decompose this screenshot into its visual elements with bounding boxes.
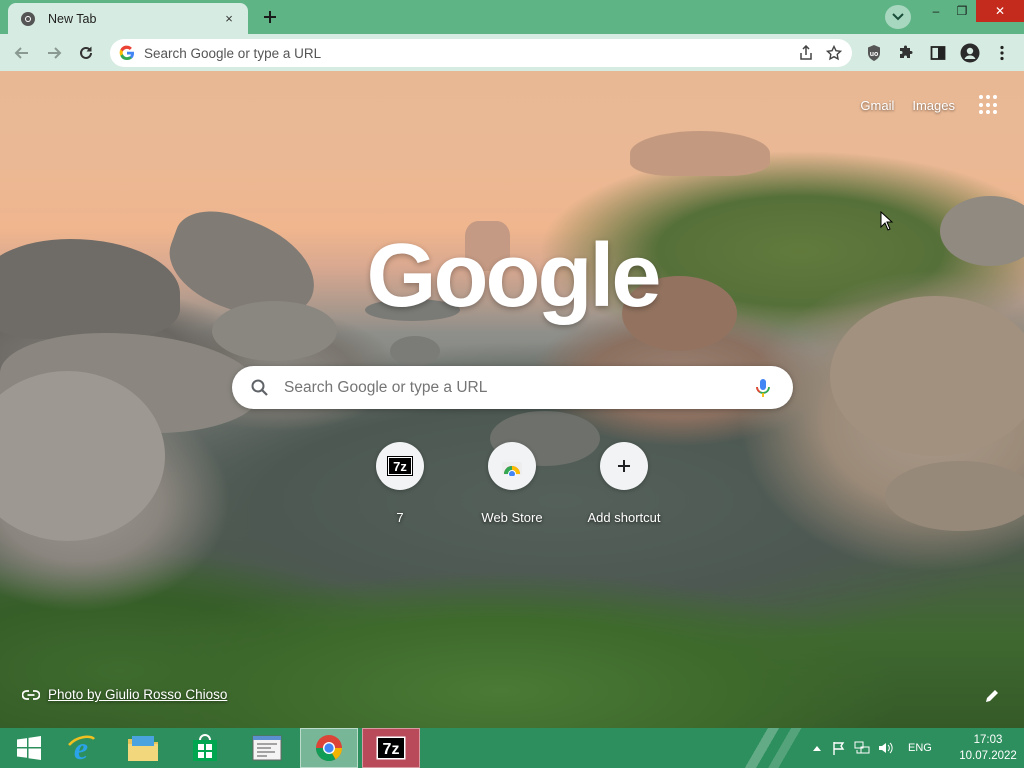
star-icon: [826, 45, 842, 61]
chrome-favicon-icon: [20, 11, 36, 27]
google-g-icon: [119, 45, 134, 61]
tab-new-tab[interactable]: New Tab ×: [8, 3, 248, 34]
start-button[interactable]: [0, 728, 58, 768]
taskbar-clock[interactable]: 17:03 10.07.2022: [958, 732, 1018, 764]
side-panel-button[interactable]: [926, 41, 950, 65]
svg-text:uo: uo: [870, 51, 879, 58]
puzzle-icon: [900, 45, 913, 58]
new-tab-button[interactable]: [256, 5, 284, 29]
search-input[interactable]: [284, 378, 753, 397]
reload-icon: [80, 46, 92, 59]
photo-credit-text: Photo by Giulio Rosso Chioso: [48, 687, 228, 702]
plus-icon: [264, 11, 276, 23]
show-hidden-icons-icon[interactable]: [812, 744, 822, 752]
close-window-button[interactable]: ✕: [976, 0, 1024, 22]
new-tab-page-background: Gmail Images Google 7z 7 Web Stor: [0, 71, 1024, 728]
taskbar-decoration: [740, 728, 810, 768]
side-panel-icon: [930, 46, 946, 60]
tab-close-icon[interactable]: ×: [220, 10, 238, 28]
back-button[interactable]: [9, 40, 35, 66]
volume-icon[interactable]: [878, 741, 894, 755]
document-window-icon: [252, 735, 282, 761]
language-indicator[interactable]: ENG: [908, 742, 932, 754]
reload-button[interactable]: [73, 40, 99, 66]
shortcuts-grid: 7z 7 Web Store Add shortcut: [344, 442, 680, 554]
omnibox-placeholder: Search Google or type a URL: [144, 45, 322, 61]
shortcut-label: 7: [396, 510, 404, 525]
mouse-cursor-icon: [880, 211, 894, 231]
search-icon: [251, 379, 268, 396]
ublock-shield-icon: uo: [868, 45, 880, 61]
chrome-web-store-icon: [502, 462, 522, 476]
tab-strip: New Tab × – ❐ ✕: [0, 0, 1024, 34]
ntp-top-links: Gmail Images: [860, 95, 1024, 115]
shortcut-tile: [600, 442, 648, 490]
pencil-icon[interactable]: [984, 688, 1000, 704]
bookmark-button[interactable]: [820, 42, 848, 64]
store-icon: [193, 734, 217, 761]
clock-date: 10.07.2022: [959, 750, 1017, 762]
7zip-icon: 7z: [387, 456, 413, 476]
kebab-menu-icon: [1000, 45, 1004, 61]
background-rock: [0, 239, 180, 339]
shortcut-label: Add shortcut: [587, 510, 661, 525]
photo-credit-link[interactable]: Photo by Giulio Rosso Chioso: [22, 687, 227, 702]
windows-taskbar: e 7z ENG 17:03 10.07.2022: [0, 728, 1024, 768]
background-rock: [830, 296, 1024, 456]
taskbar-7zip[interactable]: 7z: [362, 728, 420, 768]
clock-time: 17:03: [973, 734, 1003, 746]
arrow-right-icon: [48, 47, 62, 59]
profile-button[interactable]: [958, 41, 982, 65]
browser-toolbar: Search Google or type a URL uo: [0, 34, 1024, 71]
shortcut-tile: [488, 442, 536, 490]
taskbar-chrome[interactable]: [300, 728, 358, 768]
windows-logo-icon: [17, 736, 41, 760]
internet-explorer-icon: e: [68, 733, 95, 763]
network-icon[interactable]: [854, 741, 870, 755]
chevron-down-icon: [892, 13, 904, 21]
background-rock: [390, 336, 440, 366]
avatar-icon: [960, 43, 980, 63]
shortcut-tile: 7z: [376, 442, 424, 490]
plus-icon: [618, 460, 630, 472]
omnibox[interactable]: Search Google or type a URL: [110, 39, 852, 67]
tab-title: New Tab: [48, 11, 97, 26]
arrow-left-icon: [14, 47, 28, 59]
shortcut-7zip[interactable]: 7z 7: [344, 442, 456, 554]
system-tray: ENG: [812, 728, 932, 768]
tab-search-button[interactable]: [885, 5, 911, 29]
extensions-button[interactable]: [894, 41, 918, 65]
background-rock: [885, 461, 1024, 531]
taskbar-internet-explorer[interactable]: e: [52, 728, 110, 768]
images-link[interactable]: Images: [912, 98, 955, 113]
svg-text:7z: 7z: [383, 741, 400, 758]
forward-button[interactable]: [41, 40, 67, 66]
taskbar-documents[interactable]: [238, 728, 296, 768]
share-button[interactable]: [792, 42, 820, 64]
shortcut-label: Web Store: [481, 510, 543, 525]
google-logo: Google: [366, 225, 662, 326]
7zip-icon: 7z: [376, 736, 406, 760]
gmail-link[interactable]: Gmail: [860, 98, 894, 113]
background-rock: [940, 196, 1024, 266]
svg-text:7z: 7z: [393, 459, 407, 474]
taskbar-file-explorer[interactable]: [114, 728, 172, 768]
ntp-search-box[interactable]: [232, 366, 793, 409]
folder-icon: [128, 736, 158, 761]
ublock-extension-button[interactable]: uo: [862, 41, 886, 65]
link-icon: [22, 689, 40, 700]
taskbar-store[interactable]: [176, 728, 234, 768]
chrome-icon: [315, 735, 343, 762]
microphone-icon[interactable]: [753, 377, 773, 399]
add-shortcut-button[interactable]: Add shortcut: [568, 442, 680, 554]
restore-button[interactable]: ❐: [946, 0, 978, 22]
google-apps-icon[interactable]: [979, 95, 999, 115]
share-icon: [800, 45, 812, 60]
shortcut-web-store[interactable]: Web Store: [456, 442, 568, 554]
background-rock: [212, 301, 337, 361]
background-rock: [630, 131, 770, 176]
menu-button[interactable]: [990, 41, 1014, 65]
flag-icon[interactable]: [832, 741, 846, 755]
